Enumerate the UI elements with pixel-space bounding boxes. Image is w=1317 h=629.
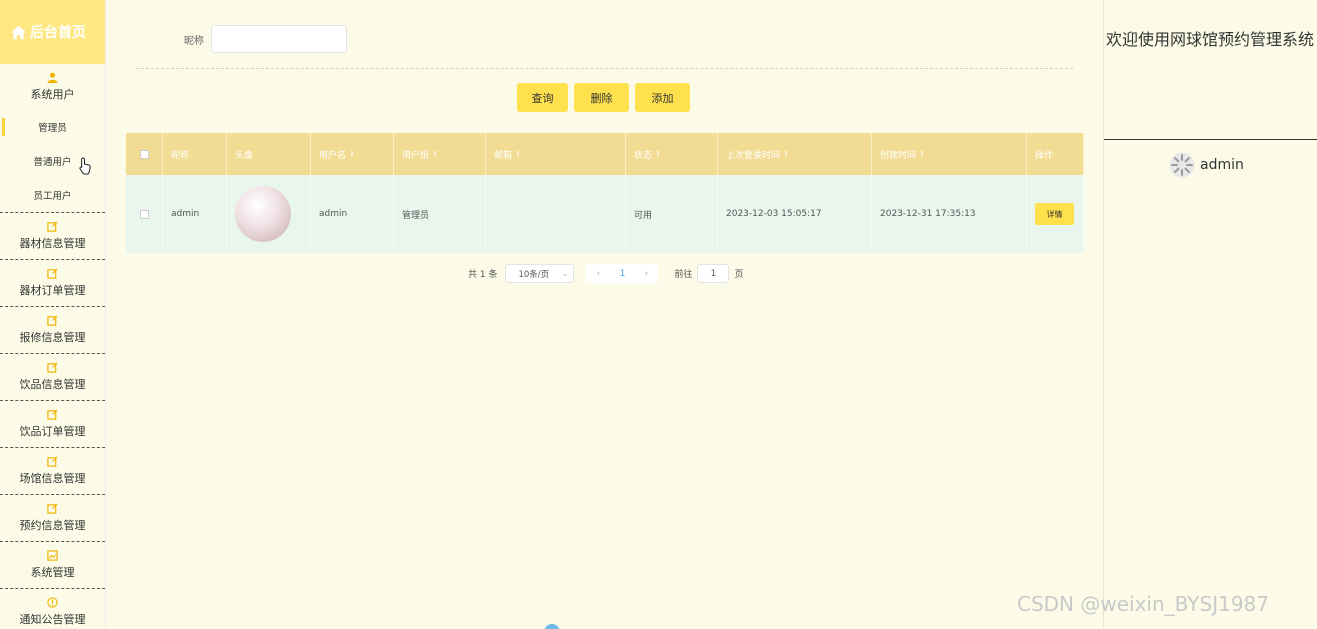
cell-last-login: 2023-12-03 15:05:17	[718, 175, 872, 253]
user-info[interactable]: admin	[1169, 152, 1244, 178]
goto-label: 前往	[674, 270, 693, 280]
user-table: 昵称 头像 用户名 ⇕ 用户组 ⇕ 邮箱 ⇕ 状态 ⇕ 上次登录时间 ⇕ 创建时间 ⇕ 操作…	[126, 133, 1084, 253]
chevron-down-icon: ⌄	[561, 269, 569, 278]
col-email[interactable]: 邮箱 ⇕	[486, 133, 626, 175]
menu-drink-info[interactable]: 饮品信息管理	[0, 354, 105, 400]
cell-nickname: admin	[163, 175, 227, 253]
add-button[interactable]: 添加	[635, 83, 690, 112]
edit-icon	[47, 456, 58, 467]
select-all-checkbox[interactable]	[126, 133, 163, 175]
edit-icon	[47, 362, 58, 373]
prev-page-button[interactable]: ‹	[586, 264, 611, 283]
menu-group-equipment-info: 器材信息管理	[0, 213, 105, 260]
page-number[interactable]: 1	[610, 264, 635, 283]
edit-icon	[47, 503, 58, 514]
sort-icon: ⇕	[349, 150, 355, 158]
cell-email	[486, 175, 626, 253]
col-usergroup[interactable]: 用户组 ⇕	[394, 133, 486, 175]
search-row: 昵称	[184, 25, 347, 53]
pagination: 共 1 条 10条/页 ⌄ ‹ 1 › 前往 1 页	[468, 264, 743, 283]
row-checkbox[interactable]	[126, 175, 163, 253]
divider	[136, 68, 1073, 69]
cell-created: 2023-12-31 17:35:13	[872, 175, 1027, 253]
col-action: 操作	[1027, 133, 1084, 175]
sort-icon: ⇕	[783, 150, 789, 158]
menu-group-system-manage: 系统管理	[0, 542, 105, 589]
menu-booking-info[interactable]: 预约信息管理	[0, 495, 105, 541]
menu-group-booking-info: 预约信息管理	[0, 495, 105, 542]
sidebar-item-staff-user[interactable]: 员工用户	[0, 178, 105, 212]
goto-input[interactable]: 1	[697, 264, 730, 283]
avatar	[235, 186, 291, 242]
menu-equipment-info[interactable]: 器材信息管理	[0, 213, 105, 259]
next-page-button[interactable]: ›	[634, 264, 659, 283]
sidebar: 后台首页 系统用户 管理员 普通用户 员工用户 器材信息管理 器材订单管理 报修…	[0, 0, 106, 629]
home-label: 后台首页	[30, 25, 86, 41]
menu-system-manage[interactable]: 系统管理	[0, 542, 105, 588]
table-row: admin admin 管理员 可用 2023-12-03 15:05:17 2…	[126, 175, 1084, 253]
page-size-select[interactable]: 10条/页 ⌄	[505, 264, 575, 283]
menu-group-notice: 通知公告管理	[0, 589, 105, 629]
cell-avatar	[227, 175, 311, 253]
page-suffix: 页	[734, 270, 744, 280]
loading-avatar-icon	[1169, 152, 1195, 178]
menu-venue-info[interactable]: 场馆信息管理	[0, 448, 105, 494]
sort-icon: ⇕	[515, 150, 521, 158]
menu-group-venue-info: 场馆信息管理	[0, 448, 105, 495]
nickname-label: 昵称	[184, 35, 204, 47]
right-panel: 欢迎使用网球馆预约管理系统 admin	[1103, 0, 1317, 629]
cell-action: 详情	[1027, 175, 1084, 253]
menu-drink-order[interactable]: 饮品订单管理	[0, 401, 105, 447]
user-icon	[47, 72, 58, 83]
home-icon	[10, 25, 27, 39]
divider	[1104, 139, 1317, 140]
mouse-cursor-icon	[79, 157, 91, 175]
cell-usergroup: 管理员	[394, 175, 486, 253]
menu-notice[interactable]: 通知公告管理	[0, 589, 105, 629]
home-link[interactable]: 后台首页	[0, 0, 105, 64]
username-label: admin	[1200, 157, 1244, 173]
sort-icon: ⇕	[655, 150, 661, 158]
total-count: 共 1 条	[468, 270, 498, 280]
welcome-title: 欢迎使用网球馆预约管理系统	[1106, 30, 1315, 49]
menu-group-system-users: 系统用户 管理员 普通用户 员工用户	[0, 64, 105, 213]
edit-icon	[47, 409, 58, 420]
cell-username: admin	[311, 175, 394, 253]
col-avatar: 头像	[227, 133, 311, 175]
col-created[interactable]: 创建时间 ⇕	[872, 133, 1027, 175]
action-buttons: 查询 删除 添加	[517, 83, 690, 112]
delete-button[interactable]: 删除	[574, 83, 629, 112]
menu-group-repair-info: 报修信息管理	[0, 307, 105, 354]
menu-group-drink-info: 饮品信息管理	[0, 354, 105, 401]
menu-system-users[interactable]: 系统用户	[0, 64, 105, 110]
menu-label: 系统用户	[30, 88, 75, 101]
detail-button[interactable]: 详情	[1035, 203, 1074, 225]
col-last-login[interactable]: 上次登录时间 ⇕	[718, 133, 872, 175]
edit-icon	[47, 221, 58, 232]
nickname-input[interactable]	[211, 25, 347, 53]
menu-group-equipment-order: 器材订单管理	[0, 260, 105, 307]
col-status[interactable]: 状态 ⇕	[626, 133, 718, 175]
menu-equipment-order[interactable]: 器材订单管理	[0, 260, 105, 306]
sort-icon: ⇕	[919, 150, 925, 158]
floating-button[interactable]	[544, 624, 560, 629]
cell-status: 可用	[626, 175, 718, 253]
query-button[interactable]: 查询	[517, 83, 568, 112]
main-content: 昵称 查询 删除 添加 昵称 头像 用户名 ⇕ 用户组 ⇕ 邮箱 ⇕ 状态 ⇕ 上次登录…	[106, 0, 1103, 629]
edit-icon	[47, 315, 58, 326]
sidebar-item-admin[interactable]: 管理员	[0, 110, 105, 144]
table-header: 昵称 头像 用户名 ⇕ 用户组 ⇕ 邮箱 ⇕ 状态 ⇕ 上次登录时间 ⇕ 创建时间 ⇕ 操作	[126, 133, 1084, 175]
page-nav: ‹ 1 ›	[586, 264, 659, 283]
goto-page: 前往 1 页	[674, 264, 743, 283]
menu-repair-info[interactable]: 报修信息管理	[0, 307, 105, 353]
col-nickname: 昵称	[163, 133, 227, 175]
edit-icon	[47, 268, 58, 279]
watermark: CSDN @weixin_BYSJ1987	[1017, 592, 1270, 616]
menu-group-drink-order: 饮品订单管理	[0, 401, 105, 448]
sort-icon: ⇕	[432, 150, 438, 158]
info-icon	[47, 597, 58, 608]
col-username[interactable]: 用户名 ⇕	[311, 133, 394, 175]
image-icon	[47, 550, 58, 561]
